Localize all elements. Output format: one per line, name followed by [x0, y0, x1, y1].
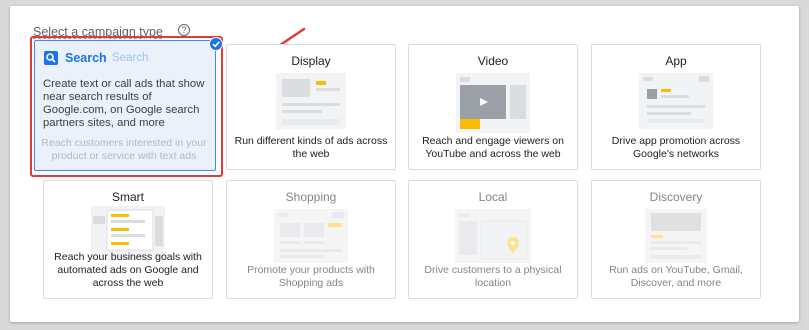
app-illustration-icon	[639, 73, 713, 129]
campaign-card-display[interactable]: Display Run different kinds of ads acros…	[226, 44, 396, 170]
card-title-video: Video	[477, 54, 509, 68]
card-title-app: App	[665, 54, 687, 68]
card-desc-local: Drive customers to a physical location	[424, 264, 562, 289]
discovery-illustration-icon	[645, 209, 707, 263]
local-illustration-icon	[455, 209, 531, 263]
campaign-card-discovery[interactable]: Discovery Run ads on YouTube, Gmail, Dis…	[591, 180, 761, 299]
card-title-shopping: Shopping	[285, 190, 337, 204]
card-title-smart: Smart	[111, 190, 144, 204]
campaign-card-local[interactable]: Local Drive customers to a physical loca…	[408, 180, 578, 299]
campaign-card-shopping[interactable]: Shopping Promote your products with Shop…	[226, 180, 396, 299]
campaign-card-smart[interactable]: Smart Reach your business goals with aut…	[43, 180, 213, 299]
card-desc-shopping: Promote your products with Shopping ads	[247, 264, 375, 289]
card-desc-video: Reach and engage viewers on YouTube and …	[422, 135, 564, 160]
card-desc-app: Drive app promotion across Google's netw…	[611, 135, 741, 160]
checkmark-icon	[209, 37, 223, 51]
shopping-illustration-icon	[274, 209, 348, 263]
video-illustration-icon	[456, 73, 530, 133]
campaign-card-video[interactable]: Video Reach and engage viewers on YouTub…	[408, 44, 578, 170]
campaign-card-app[interactable]: App Drive app promotion across Google's …	[591, 44, 761, 170]
card-title-display: Display	[291, 54, 331, 68]
card-desc-discovery: Run ads on YouTube, Gmail, Discover, and…	[609, 264, 743, 289]
display-illustration-icon	[276, 73, 346, 129]
question-circle-icon[interactable]: ?	[178, 24, 190, 36]
card-desc-display: Run different kinds of ads across the we…	[234, 135, 388, 160]
selection-highlight-box	[30, 36, 223, 177]
card-title-local: Local	[478, 190, 508, 204]
card-title-discovery: Discovery	[649, 190, 703, 204]
card-desc-smart: Reach your business goals with automated…	[54, 251, 202, 289]
